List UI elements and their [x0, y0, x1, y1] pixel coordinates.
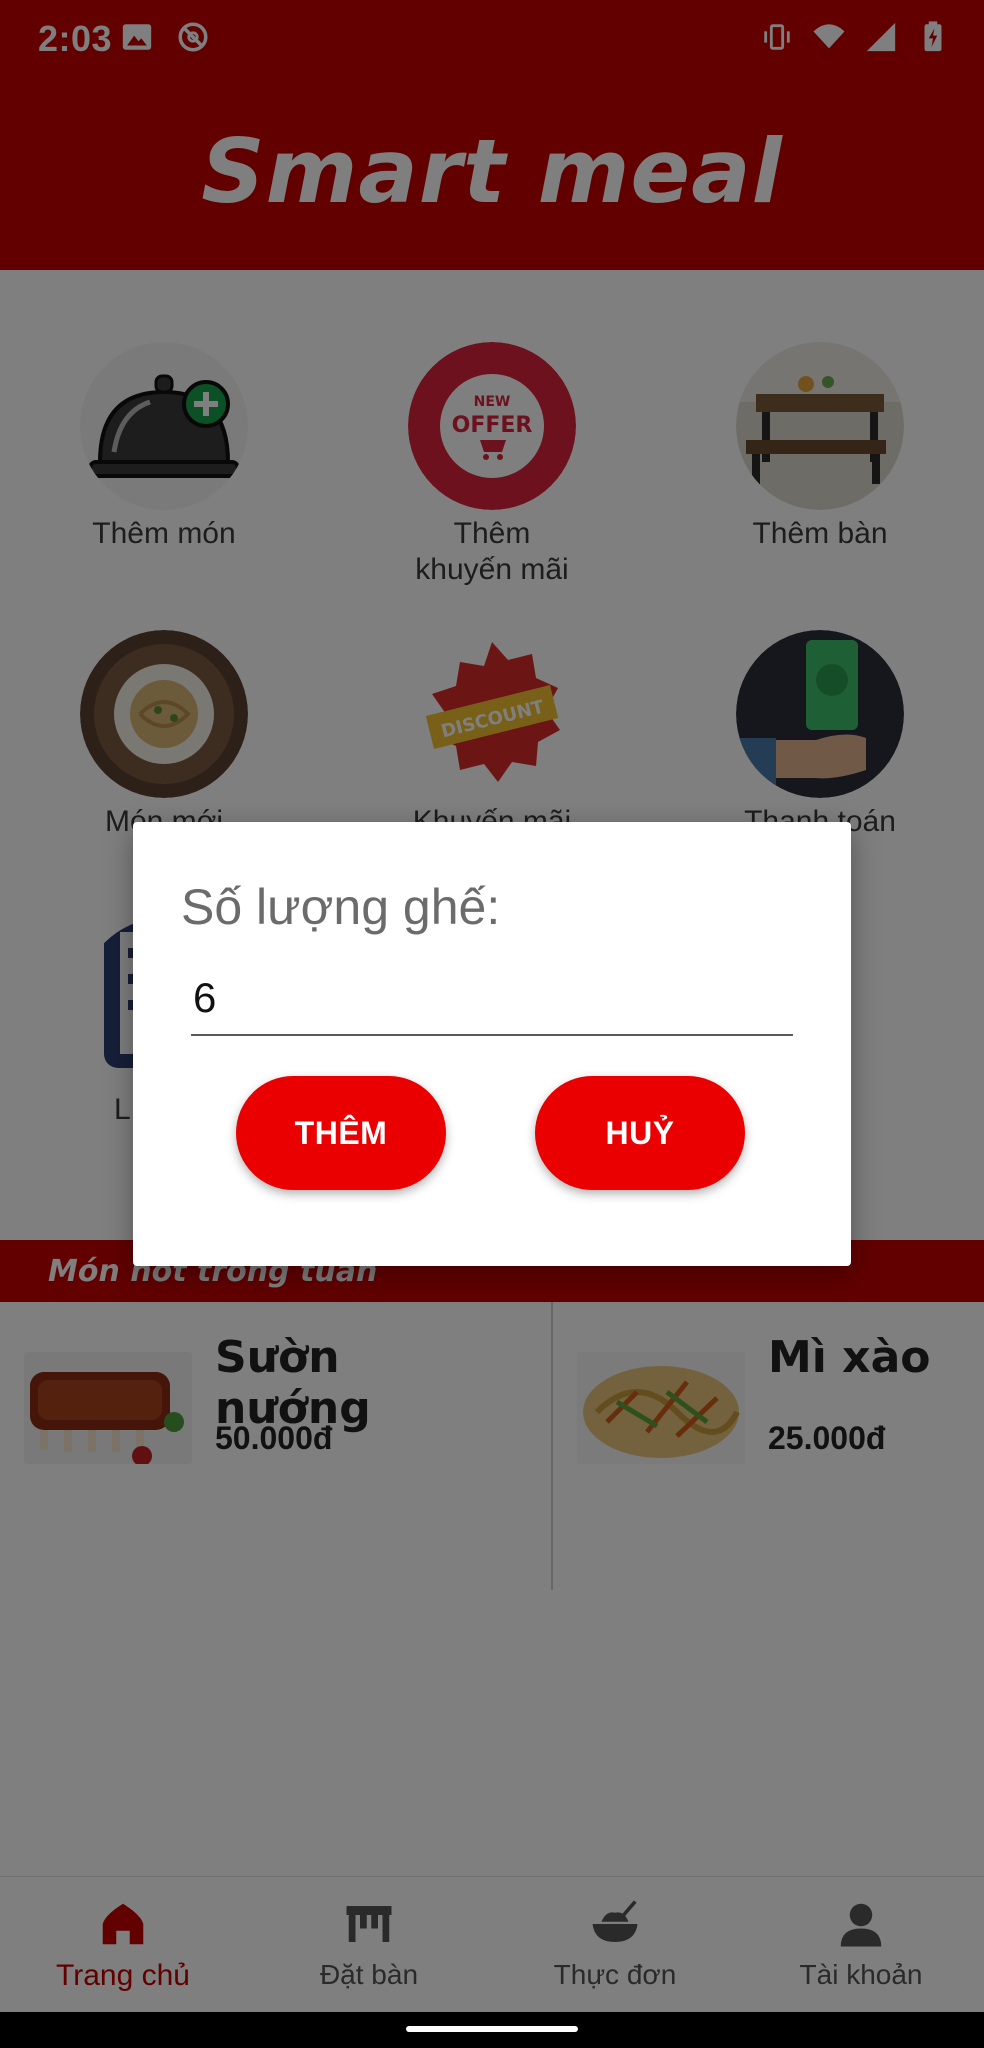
- seat-count-dialog: Số lượng ghế: THÊM HUỶ: [133, 822, 851, 1266]
- gesture-bar: [0, 2012, 984, 2048]
- add-button[interactable]: THÊM: [236, 1076, 446, 1190]
- dialog-title: Số lượng ghế:: [181, 879, 501, 935]
- app-screen: 2:03: [0, 0, 984, 2048]
- seat-count-input[interactable]: [191, 962, 793, 1036]
- home-gesture-handle[interactable]: [406, 2026, 578, 2032]
- cancel-button[interactable]: HUỶ: [535, 1076, 745, 1190]
